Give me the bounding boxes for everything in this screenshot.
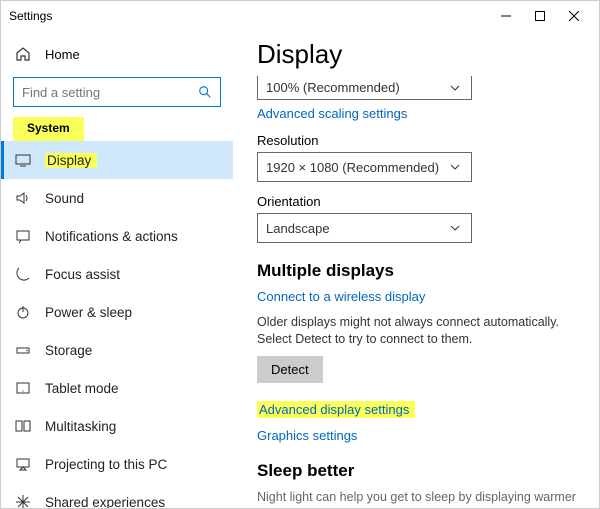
multitasking-icon: [15, 418, 31, 434]
resolution-label: Resolution: [257, 133, 579, 148]
storage-icon: [15, 342, 31, 358]
power-icon: [15, 304, 31, 320]
page-title: Display: [257, 39, 579, 70]
sidebar-item-projecting[interactable]: Projecting to this PC: [1, 445, 233, 483]
focus-assist-icon: [15, 266, 31, 282]
orientation-label: Orientation: [257, 194, 579, 209]
section-wrap: System: [1, 117, 233, 141]
search-icon: [197, 84, 213, 100]
resolution-dropdown[interactable]: 1920 × 1080 (Recommended): [257, 152, 472, 182]
display-icon: [15, 152, 31, 168]
sidebar-item-notifications[interactable]: Notifications & actions: [1, 217, 233, 255]
search-input[interactable]: [13, 77, 221, 107]
tablet-icon: [15, 380, 31, 396]
sidebar-item-display[interactable]: Display: [1, 141, 233, 179]
sidebar-item-label: Multitasking: [45, 419, 116, 434]
connect-wireless-link[interactable]: Connect to a wireless display: [257, 289, 425, 304]
body: Home System Display Sound: [1, 31, 599, 508]
sidebar-item-sound[interactable]: Sound: [1, 179, 233, 217]
sidebar-item-label: Tablet mode: [45, 381, 119, 396]
scale-dropdown[interactable]: 100% (Recommended): [257, 76, 472, 100]
titlebar: Settings: [1, 1, 599, 31]
orientation-value: Landscape: [266, 221, 330, 236]
sidebar-item-tablet-mode[interactable]: Tablet mode: [1, 369, 233, 407]
home-button[interactable]: Home: [1, 37, 233, 71]
sidebar-item-multitasking[interactable]: Multitasking: [1, 407, 233, 445]
orientation-dropdown[interactable]: Landscape: [257, 213, 472, 243]
older-displays-text: Older displays might not always connect …: [257, 314, 577, 348]
nav-list: Display Sound Notifications & actions Fo…: [1, 141, 233, 508]
notifications-icon: [15, 228, 31, 244]
sidebar-item-label: Display: [45, 153, 97, 168]
sidebar: Home System Display Sound: [1, 31, 233, 508]
main-content: Display 100% (Recommended) Advanced scal…: [233, 31, 599, 508]
close-button[interactable]: [557, 1, 591, 31]
settings-window: Settings Home System Display: [0, 0, 600, 509]
scale-value: 100% (Recommended): [266, 80, 400, 95]
sidebar-item-label: Shared experiences: [45, 495, 165, 509]
projecting-icon: [15, 456, 31, 472]
sidebar-item-label: Projecting to this PC: [45, 457, 167, 472]
sidebar-item-label: Notifications & actions: [45, 229, 178, 244]
graphics-settings-link[interactable]: Graphics settings: [257, 428, 357, 443]
chevron-down-icon: [447, 159, 463, 175]
home-icon: [15, 46, 31, 62]
sidebar-item-storage[interactable]: Storage: [1, 331, 233, 369]
resolution-value: 1920 × 1080 (Recommended): [266, 160, 439, 175]
minimize-button[interactable]: [489, 1, 523, 31]
window-title: Settings: [9, 9, 489, 23]
advanced-display-settings-link[interactable]: Advanced display settings: [257, 401, 415, 418]
multiple-displays-heading: Multiple displays: [257, 261, 579, 281]
detect-button[interactable]: Detect: [257, 356, 323, 383]
chevron-down-icon: [447, 80, 463, 96]
sleep-better-heading: Sleep better: [257, 461, 579, 481]
sound-icon: [15, 190, 31, 206]
sidebar-item-label: Storage: [45, 343, 92, 358]
shared-icon: [15, 494, 31, 508]
chevron-down-icon: [447, 220, 463, 236]
advanced-scaling-link[interactable]: Advanced scaling settings: [257, 106, 407, 121]
sidebar-item-power-sleep[interactable]: Power & sleep: [1, 293, 233, 331]
sidebar-item-label: Sound: [45, 191, 84, 206]
maximize-button[interactable]: [523, 1, 557, 31]
section-header-system: System: [13, 117, 84, 141]
home-label: Home: [45, 47, 80, 62]
search-wrap: [13, 77, 221, 107]
sleep-better-text: Night light can help you get to sleep by…: [257, 489, 577, 508]
sidebar-item-focus-assist[interactable]: Focus assist: [1, 255, 233, 293]
sidebar-item-label: Focus assist: [45, 267, 120, 282]
sidebar-item-label: Power & sleep: [45, 305, 132, 320]
sidebar-item-shared-experiences[interactable]: Shared experiences: [1, 483, 233, 508]
